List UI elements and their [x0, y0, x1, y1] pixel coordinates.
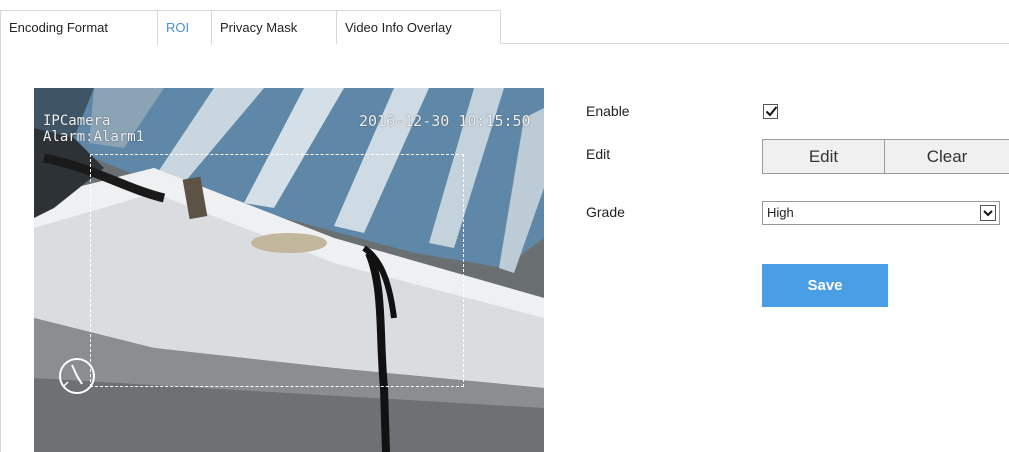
checkmark-icon: [765, 106, 778, 117]
osd-timestamp: 2016-12-30 10:15:50: [359, 112, 531, 130]
osd-camera-name: IPCamera: [43, 113, 111, 129]
clear-button[interactable]: Clear: [884, 139, 1009, 174]
enable-checkbox[interactable]: [763, 104, 778, 119]
tab-roi[interactable]: ROI: [157, 10, 212, 45]
grade-select[interactable]: High: [762, 201, 1000, 225]
roi-region-box[interactable]: [90, 154, 464, 387]
edit-label: Edit: [586, 146, 611, 162]
content-divider: [0, 44, 1, 452]
osd-alarm-text: Alarm:Alarm1: [43, 129, 145, 145]
tab-video-info-overlay[interactable]: Video Info Overlay: [336, 10, 501, 44]
edit-button[interactable]: Edit: [762, 139, 885, 174]
tab-privacy-mask[interactable]: Privacy Mask: [211, 10, 337, 44]
chevron-down-icon[interactable]: [980, 205, 996, 221]
save-button[interactable]: Save: [762, 264, 888, 307]
grade-label: Grade: [586, 204, 625, 220]
video-preview[interactable]: IPCamera Alarm:Alarm1 2016-12-30 10:15:5…: [34, 88, 544, 452]
tab-encoding-format[interactable]: Encoding Format: [0, 10, 158, 44]
tab-bar: Encoding Format ROI Privacy Mask Video I…: [0, 10, 1009, 45]
grade-select-value: High: [767, 205, 794, 220]
enable-label: Enable: [586, 103, 630, 119]
